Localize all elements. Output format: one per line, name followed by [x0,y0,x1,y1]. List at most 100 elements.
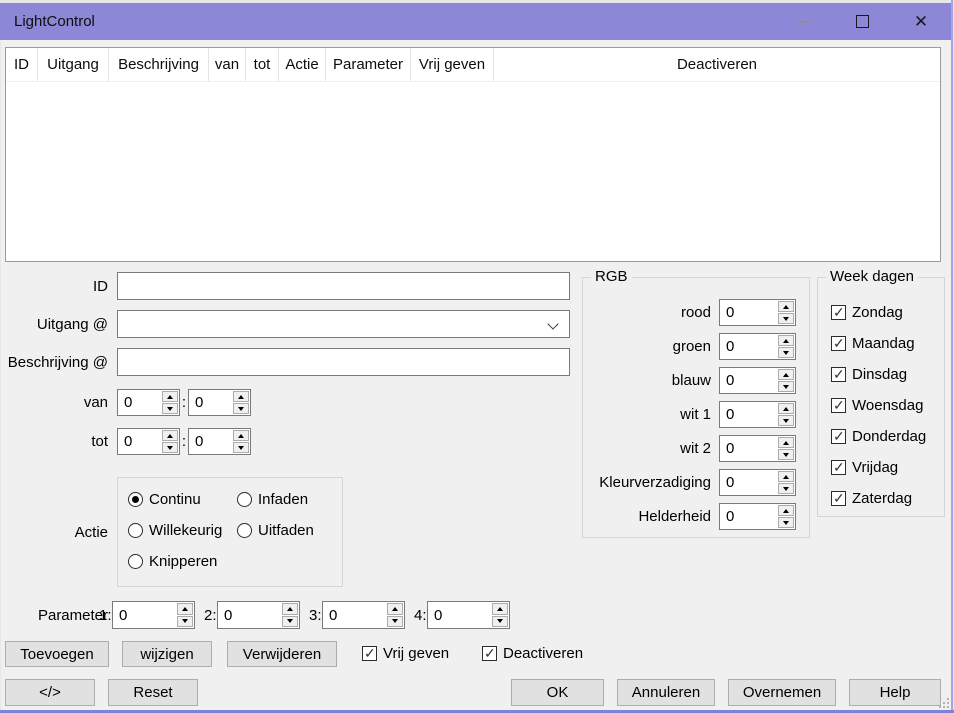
helderheid-spinner[interactable]: 0 [719,503,796,530]
kleurverzadiging-up-button[interactable] [778,471,794,482]
tot-hours-down-button[interactable] [162,442,178,453]
help-button[interactable]: Help [849,679,941,706]
groen-down-button[interactable] [778,347,794,358]
maximize-button[interactable] [840,3,884,40]
code-button[interactable]: </> [5,679,95,706]
list-header-row: ID Uitgang Beschrijving van tot Actie Pa… [6,48,940,82]
van-time-separator: : [180,389,188,416]
van-hours-up-button[interactable] [162,391,178,402]
checkbox-woensdag[interactable]: Woensdag [831,397,923,414]
parameter-2-up-button[interactable] [282,603,298,615]
wit2-up-button[interactable] [778,437,794,448]
titlebar[interactable]: LightControl ✕ [0,3,954,40]
close-button[interactable]: ✕ [899,3,943,40]
parameter-3-up-button[interactable] [387,603,403,615]
checkbox-icon [482,646,497,661]
resize-grip[interactable] [939,698,949,708]
parameter-4-up-button[interactable] [492,603,508,615]
verwijderen-button[interactable]: Verwijderen [227,641,337,667]
blauw-up-button[interactable] [778,369,794,380]
wit1-spinner[interactable]: 0 [719,401,796,428]
column-header-vrij-geven[interactable]: Vrij geven [411,48,494,81]
tot-minutes-spinner[interactable]: 0 [188,428,251,455]
parameter-2-down-button[interactable] [282,616,298,628]
parameter-3-spinner[interactable]: 0 [322,601,405,629]
column-header-beschrijving[interactable]: Beschrijving [109,48,209,81]
list-body-empty[interactable] [6,82,940,261]
helderheid-down-button[interactable] [778,517,794,528]
column-header-van[interactable]: van [209,48,246,81]
overnemen-button[interactable]: Overnemen [728,679,836,706]
rood-spinner[interactable]: 0 [719,299,796,326]
parameter-4-down-button[interactable] [492,616,508,628]
checkbox-zaterdag[interactable]: Zaterdag [831,490,912,507]
arrow-down-icon [167,407,173,411]
parameter-label: Parameter [0,601,108,629]
wit2-spinner[interactable]: 0 [719,435,796,462]
arrow-down-icon [783,317,789,321]
van-minutes-spinner[interactable]: 0 [188,389,251,416]
beschrijving-input[interactable] [117,348,570,376]
column-header-id[interactable]: ID [6,48,38,81]
checkbox-dinsdag[interactable]: Dinsdag [831,366,907,383]
vrij-geven-label: Vrij geven [383,645,449,662]
kleurverzadiging-spinner[interactable]: 0 [719,469,796,496]
parameter-1-up-button[interactable] [177,603,193,615]
tot-minutes-down-button[interactable] [233,442,249,453]
column-header-uitgang[interactable]: Uitgang [38,48,109,81]
parameter-3-down-button[interactable] [387,616,403,628]
helderheid-up-button[interactable] [778,505,794,516]
column-header-parameter[interactable]: Parameter [326,48,411,81]
wit2-down-button[interactable] [778,449,794,460]
checkbox-donderdag[interactable]: Donderdag [831,428,926,445]
checkbox-vrij-geven[interactable]: Vrij geven [362,645,449,662]
groen-spinner[interactable]: 0 [719,333,796,360]
radio-knipperen[interactable]: Knipperen [128,553,217,570]
van-hours-down-button[interactable] [162,403,178,414]
checkbox-deactiveren[interactable]: Deactiveren [482,645,583,662]
blauw-spinner[interactable]: 0 [719,367,796,394]
parameter-4-spinner[interactable]: 0 [427,601,510,629]
parameter-2-spinner[interactable]: 0 [217,601,300,629]
arrow-up-icon [392,607,398,611]
uitgang-dropdown[interactable] [117,310,570,338]
tot-minutes-up-button[interactable] [233,430,249,441]
column-header-tot[interactable]: tot [246,48,279,81]
zondag-label: Zondag [852,304,903,321]
van-minutes-up-button[interactable] [233,391,249,402]
column-header-actie[interactable]: Actie [279,48,326,81]
wit1-up-button[interactable] [778,403,794,414]
column-header-deactiveren[interactable]: Deactiveren [494,48,940,81]
checkbox-vrijdag[interactable]: Vrijdag [831,459,898,476]
ok-button[interactable]: OK [511,679,604,706]
id-input[interactable] [117,272,570,300]
radio-uitfaden[interactable]: Uitfaden [237,522,314,539]
van-hours-spinner[interactable]: 0 [117,389,180,416]
wijzigen-button[interactable]: wijzigen [122,641,212,667]
annuleren-button[interactable]: Annuleren [617,679,715,706]
radio-willekeurig[interactable]: Willekeurig [128,522,222,539]
light-list[interactable]: ID Uitgang Beschrijving van tot Actie Pa… [5,47,941,262]
van-minutes-down-button[interactable] [233,403,249,414]
groen-up-button[interactable] [778,335,794,346]
arrow-down-icon [167,446,173,450]
radio-icon [237,523,252,538]
blauw-label: blauw [583,367,711,394]
minimize-button[interactable] [781,3,825,40]
wit1-down-button[interactable] [778,415,794,426]
rood-up-button[interactable] [778,301,794,312]
toevoegen-button[interactable]: Toevoegen [5,641,109,667]
rood-down-button[interactable] [778,313,794,324]
radio-continu[interactable]: Continu [128,491,201,508]
tot-hours-up-button[interactable] [162,430,178,441]
checkbox-zondag[interactable]: Zondag [831,304,903,321]
blauw-down-button[interactable] [778,381,794,392]
reset-button[interactable]: Reset [108,679,198,706]
kleurverzadiging-down-button[interactable] [778,483,794,494]
radio-infaden[interactable]: Infaden [237,491,308,508]
checkbox-maandag[interactable]: Maandag [831,335,915,352]
tot-hours-spinner[interactable]: 0 [117,428,180,455]
parameter-1-down-button[interactable] [177,616,193,628]
groen-value: 0 [720,334,777,359]
parameter-1-spinner[interactable]: 0 [112,601,195,629]
